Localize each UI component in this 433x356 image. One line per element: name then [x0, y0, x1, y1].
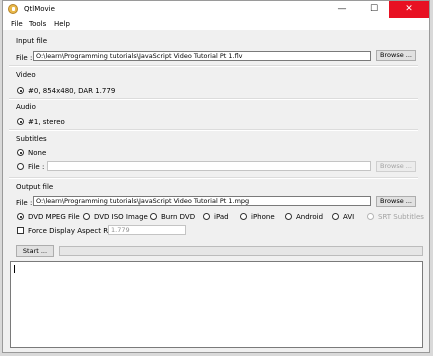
input-file-heading: Input file: [16, 37, 48, 45]
log-output[interactable]: [10, 261, 423, 348]
aspect-ratio-field[interactable]: 1.779: [108, 225, 186, 235]
menu-tools[interactable]: Tools: [29, 20, 46, 28]
format-android-label: Android: [296, 213, 324, 221]
divider: [9, 65, 418, 67]
format-dvd-mpeg-label: DVD MPEG File: [28, 213, 80, 221]
input-file-field[interactable]: O:\learn\Programming tutorials\JavaScrip…: [33, 51, 371, 61]
format-avi-radio[interactable]: [332, 213, 339, 220]
output-browse-button[interactable]: Browse ...: [376, 196, 416, 207]
menu-file[interactable]: File: [11, 20, 23, 28]
title-bar[interactable]: QtlMovie — ☐ ✕: [3, 1, 429, 18]
subtitles-none-radio[interactable]: [17, 149, 24, 156]
input-file-label: File :: [16, 54, 33, 62]
output-file-heading: Output file: [16, 183, 54, 191]
format-avi-label: AVI: [343, 213, 355, 221]
menu-bar: File Tools Help: [3, 18, 429, 30]
subtitles-browse-button[interactable]: Browse ...: [376, 161, 416, 172]
output-file-field[interactable]: O:\learn\Programming tutorials\JavaScrip…: [33, 196, 371, 206]
format-srt-radio[interactable]: [367, 213, 374, 220]
start-button[interactable]: Start ...: [16, 245, 54, 257]
subtitles-file-radio[interactable]: [17, 163, 24, 170]
output-file-label: File :: [16, 199, 33, 207]
menu-help[interactable]: Help: [54, 20, 70, 28]
format-iphone-radio[interactable]: [240, 213, 247, 220]
audio-stream-radio[interactable]: [17, 118, 24, 125]
divider: [9, 129, 418, 131]
format-dvd-mpeg-radio[interactable]: [17, 213, 24, 220]
format-iphone-label: iPhone: [251, 213, 275, 221]
input-browse-button[interactable]: Browse ...: [376, 50, 416, 61]
format-dvd-iso-label: DVD ISO Image: [94, 213, 148, 221]
text-caret: [14, 265, 15, 273]
video-heading: Video: [16, 71, 36, 79]
subtitles-none-label: None: [28, 149, 47, 157]
qtlmovie-app-icon: [8, 4, 18, 14]
video-stream-label: #0, 854x480, DAR 1.779: [28, 87, 116, 95]
audio-stream-label: #1, stereo: [28, 118, 65, 126]
format-dvd-iso-radio[interactable]: [83, 213, 90, 220]
format-android-radio[interactable]: [285, 213, 292, 220]
minimize-button[interactable]: —: [327, 1, 357, 18]
format-ipad-radio[interactable]: [203, 213, 210, 220]
progress-bar: [59, 246, 423, 256]
close-button[interactable]: ✕: [389, 1, 429, 18]
subtitles-heading: Subtitles: [16, 135, 47, 143]
maximize-button[interactable]: ☐: [359, 1, 389, 18]
subtitles-file-label: File :: [28, 163, 45, 171]
window-title: QtlMovie: [24, 5, 55, 13]
format-ipad-label: iPad: [214, 213, 229, 221]
format-srt-label: SRT Subtitles: [378, 213, 424, 221]
divider: [9, 177, 418, 179]
subtitles-file-field[interactable]: [47, 161, 371, 171]
format-burn-dvd-label: Burn DVD: [161, 213, 196, 221]
main-window: QtlMovie — ☐ ✕ File Tools Help Input fil…: [2, 0, 430, 353]
divider: [9, 98, 418, 100]
format-burn-dvd-radio[interactable]: [150, 213, 157, 220]
video-stream-radio[interactable]: [17, 87, 24, 94]
audio-heading: Audio: [16, 103, 36, 111]
force-aspect-checkbox[interactable]: [17, 227, 24, 234]
